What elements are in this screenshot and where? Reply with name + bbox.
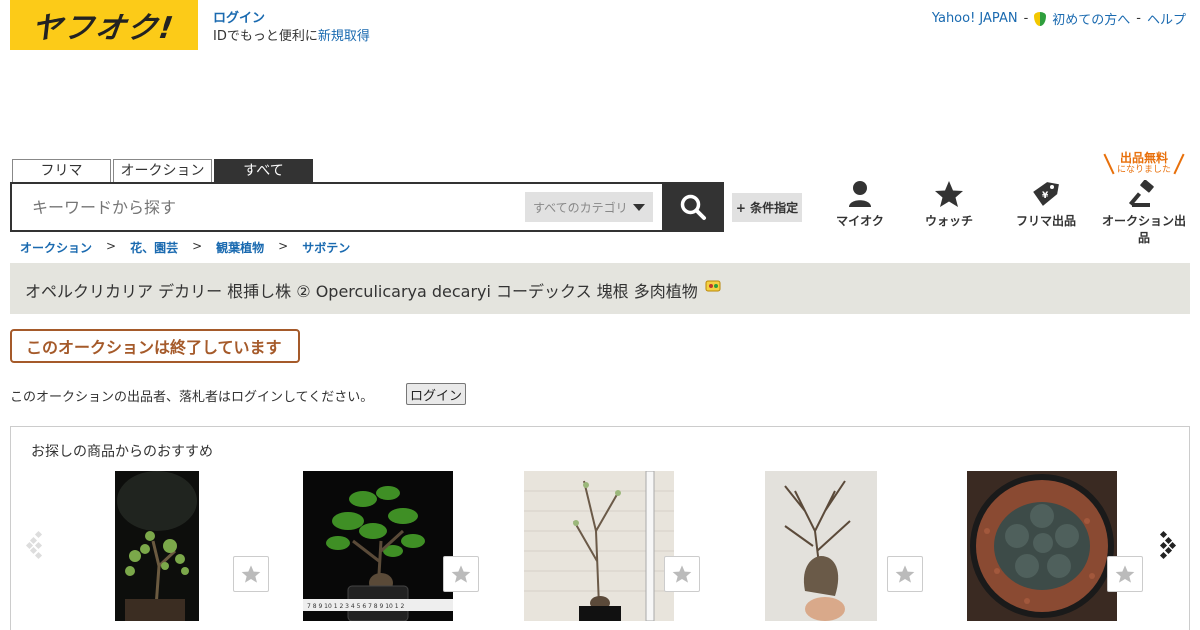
notice-login-button[interactable]: ログイン — [406, 383, 466, 405]
breadcrumb-item[interactable]: 観葉植物 — [216, 239, 264, 256]
star-icon — [895, 565, 915, 583]
star-icon — [672, 565, 692, 583]
carousel-prev-icon[interactable] — [25, 530, 47, 560]
search-box: すべてのカテゴリ — [10, 182, 664, 232]
breadcrumb-item[interactable]: 花、園芸 — [130, 239, 178, 256]
auction-ended-badge: このオークションは終了しています — [10, 329, 300, 363]
myauc-label: マイオク — [836, 214, 884, 228]
login-sub-text: IDでもっと便利に — [213, 29, 318, 44]
star-icon — [1115, 565, 1135, 583]
login-notice: このオークションの出品者、落札者はログインしてください。 — [10, 390, 374, 405]
breadcrumb-separator: > — [106, 239, 117, 253]
auction-listing-link[interactable]: オークション出品 — [1098, 180, 1190, 246]
recommendation-panel: お探しの商品からのおすすめ 7 8 9 10 1 2 3 4 5 6 7 8 9… — [10, 426, 1190, 630]
category-select[interactable]: すべてのカテゴリ — [525, 192, 653, 222]
item-title-bar: オペルクリカリア デカリー 根挿し株 ② Operculicarya decar… — [10, 263, 1190, 314]
search-button[interactable] — [662, 182, 724, 232]
tab-all[interactable]: すべて — [214, 159, 313, 182]
product-thumbnail[interactable] — [765, 471, 877, 621]
cactus-image — [967, 471, 1117, 621]
breadcrumb-separator: > — [192, 239, 203, 253]
nav-separator: - — [1136, 11, 1141, 26]
watch-link[interactable]: ウォッチ — [924, 180, 974, 229]
beginner-link[interactable]: 初めての方へ — [1052, 9, 1130, 28]
category-select-label: すべてのカテゴリ — [533, 200, 628, 215]
signup-link[interactable]: 新規取得 — [318, 29, 370, 44]
bonsai-image — [115, 471, 199, 621]
auction-ended-label: このオークションは終了しています — [26, 338, 282, 357]
star-icon — [451, 565, 471, 583]
tall-plant-image — [524, 471, 674, 621]
price-tag-icon: ¥ — [1033, 182, 1059, 206]
caudex-image — [765, 471, 877, 621]
free-badge-sub: になりました — [1116, 165, 1171, 175]
breadcrumb-separator: > — [278, 239, 289, 253]
person-icon — [849, 181, 871, 207]
logo-text: ヤフオク! — [29, 11, 178, 46]
watch-button[interactable] — [1107, 556, 1143, 592]
product-thumbnail[interactable]: 7 8 9 10 1 2 3 4 5 6 7 8 9 10 1 2 — [303, 471, 453, 621]
auction-listing-label: オークション出品 — [1101, 214, 1186, 245]
help-link[interactable]: ヘルプ — [1147, 9, 1186, 28]
product-thumbnail[interactable] — [967, 471, 1117, 621]
product-thumbnail[interactable] — [524, 471, 674, 621]
caret-down-icon — [633, 204, 645, 211]
gavel-icon — [1129, 180, 1154, 207]
star-icon — [241, 565, 261, 583]
login-box: ログイン IDでもっと便利に新規取得 — [213, 10, 370, 46]
search-input[interactable] — [32, 198, 512, 217]
bonsai-pot-image: 7 8 9 10 1 2 3 4 5 6 7 8 9 10 1 2 — [303, 471, 453, 621]
tab-auction[interactable]: オークション — [113, 159, 212, 182]
breadcrumb-item[interactable]: オークション — [20, 239, 92, 256]
svg-text:7 8 9 10 1 2 3 4 5 6 7 8 9 10: 7 8 9 10 1 2 3 4 5 6 7 8 9 10 1 2 — [307, 603, 405, 610]
watch-button[interactable] — [664, 556, 700, 592]
search-tabs: フリマ オークション すべて — [12, 159, 313, 182]
flea-listing-link[interactable]: ¥ フリマ出品 — [1016, 180, 1076, 229]
breadcrumb-item[interactable]: サボテン — [302, 239, 350, 256]
carousel-next-icon[interactable] — [1155, 530, 1177, 560]
nav-separator: - — [1023, 11, 1029, 26]
free-listing-badge: 出品無料 になりました — [1104, 152, 1184, 176]
breadcrumb: オークション > 花、園芸 > 観葉植物 > サボテン — [20, 239, 350, 256]
item-title: オペルクリカリア デカリー 根挿し株 ② Operculicarya decar… — [25, 282, 698, 301]
myauc-link[interactable]: マイオク — [836, 180, 884, 229]
tab-flea[interactable]: フリマ — [12, 159, 111, 182]
condition-button[interactable]: + 条件指定 — [732, 193, 802, 222]
watch-label: ウォッチ — [924, 214, 973, 228]
search-icon — [680, 194, 706, 220]
login-link[interactable]: ログイン — [213, 11, 265, 26]
yahoo-japan-link[interactable]: Yahoo! JAPAN — [932, 11, 1018, 26]
recommendation-title: お探しの商品からのおすすめ — [31, 444, 213, 460]
beginner-seller-icon — [705, 280, 721, 292]
watch-button[interactable] — [443, 556, 479, 592]
flea-listing-label: フリマ出品 — [1016, 214, 1077, 228]
beginner-mark-icon — [1034, 11, 1047, 26]
star-icon — [935, 181, 963, 207]
svg-text:¥: ¥ — [1042, 191, 1049, 201]
watch-button[interactable] — [233, 556, 269, 592]
global-nav: Yahoo! JAPAN - 初めての方へ - ヘルプ — [932, 9, 1186, 28]
yahuoku-logo[interactable]: ヤフオク! — [10, 0, 198, 50]
free-badge-label: 出品無料 — [1119, 151, 1168, 165]
product-thumbnail[interactable] — [115, 471, 199, 621]
watch-button[interactable] — [887, 556, 923, 592]
